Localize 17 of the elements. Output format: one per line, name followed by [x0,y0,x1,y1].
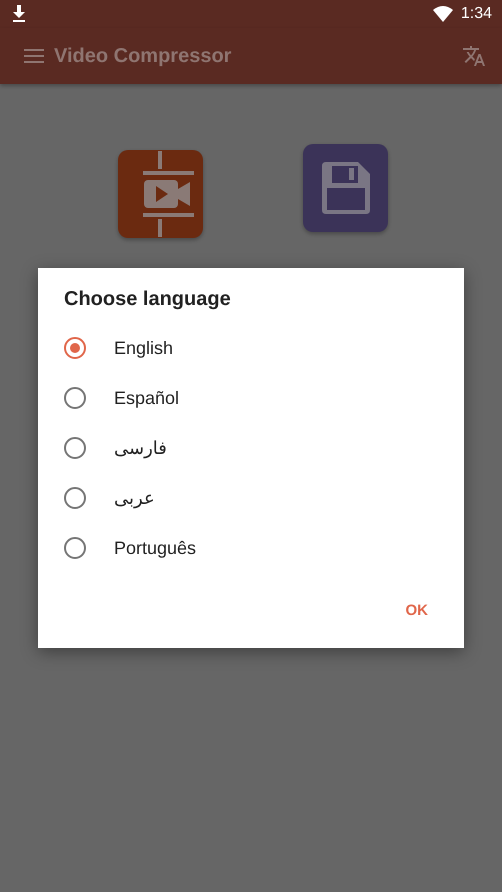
radio-button[interactable] [64,337,86,359]
language-option[interactable]: Español [114,388,180,408]
dialog-title: Choose language [64,288,232,311]
language-option[interactable]: فارسی [114,438,167,458]
download-icon [12,5,26,23]
menu-icon[interactable] [24,49,44,63]
radio-button[interactable] [64,537,86,559]
app-title: Video Compressor [54,44,232,68]
translate-icon[interactable] [462,44,486,68]
language-option[interactable]: Português [114,538,196,558]
radio-button[interactable] [64,437,86,459]
language-option[interactable]: English [114,338,174,358]
language-option[interactable]: عربی [114,488,155,508]
radio-button[interactable] [64,487,86,509]
radio-button[interactable] [64,387,86,409]
wifi-icon [432,6,453,22]
clock-time: 1:34 [460,5,492,23]
